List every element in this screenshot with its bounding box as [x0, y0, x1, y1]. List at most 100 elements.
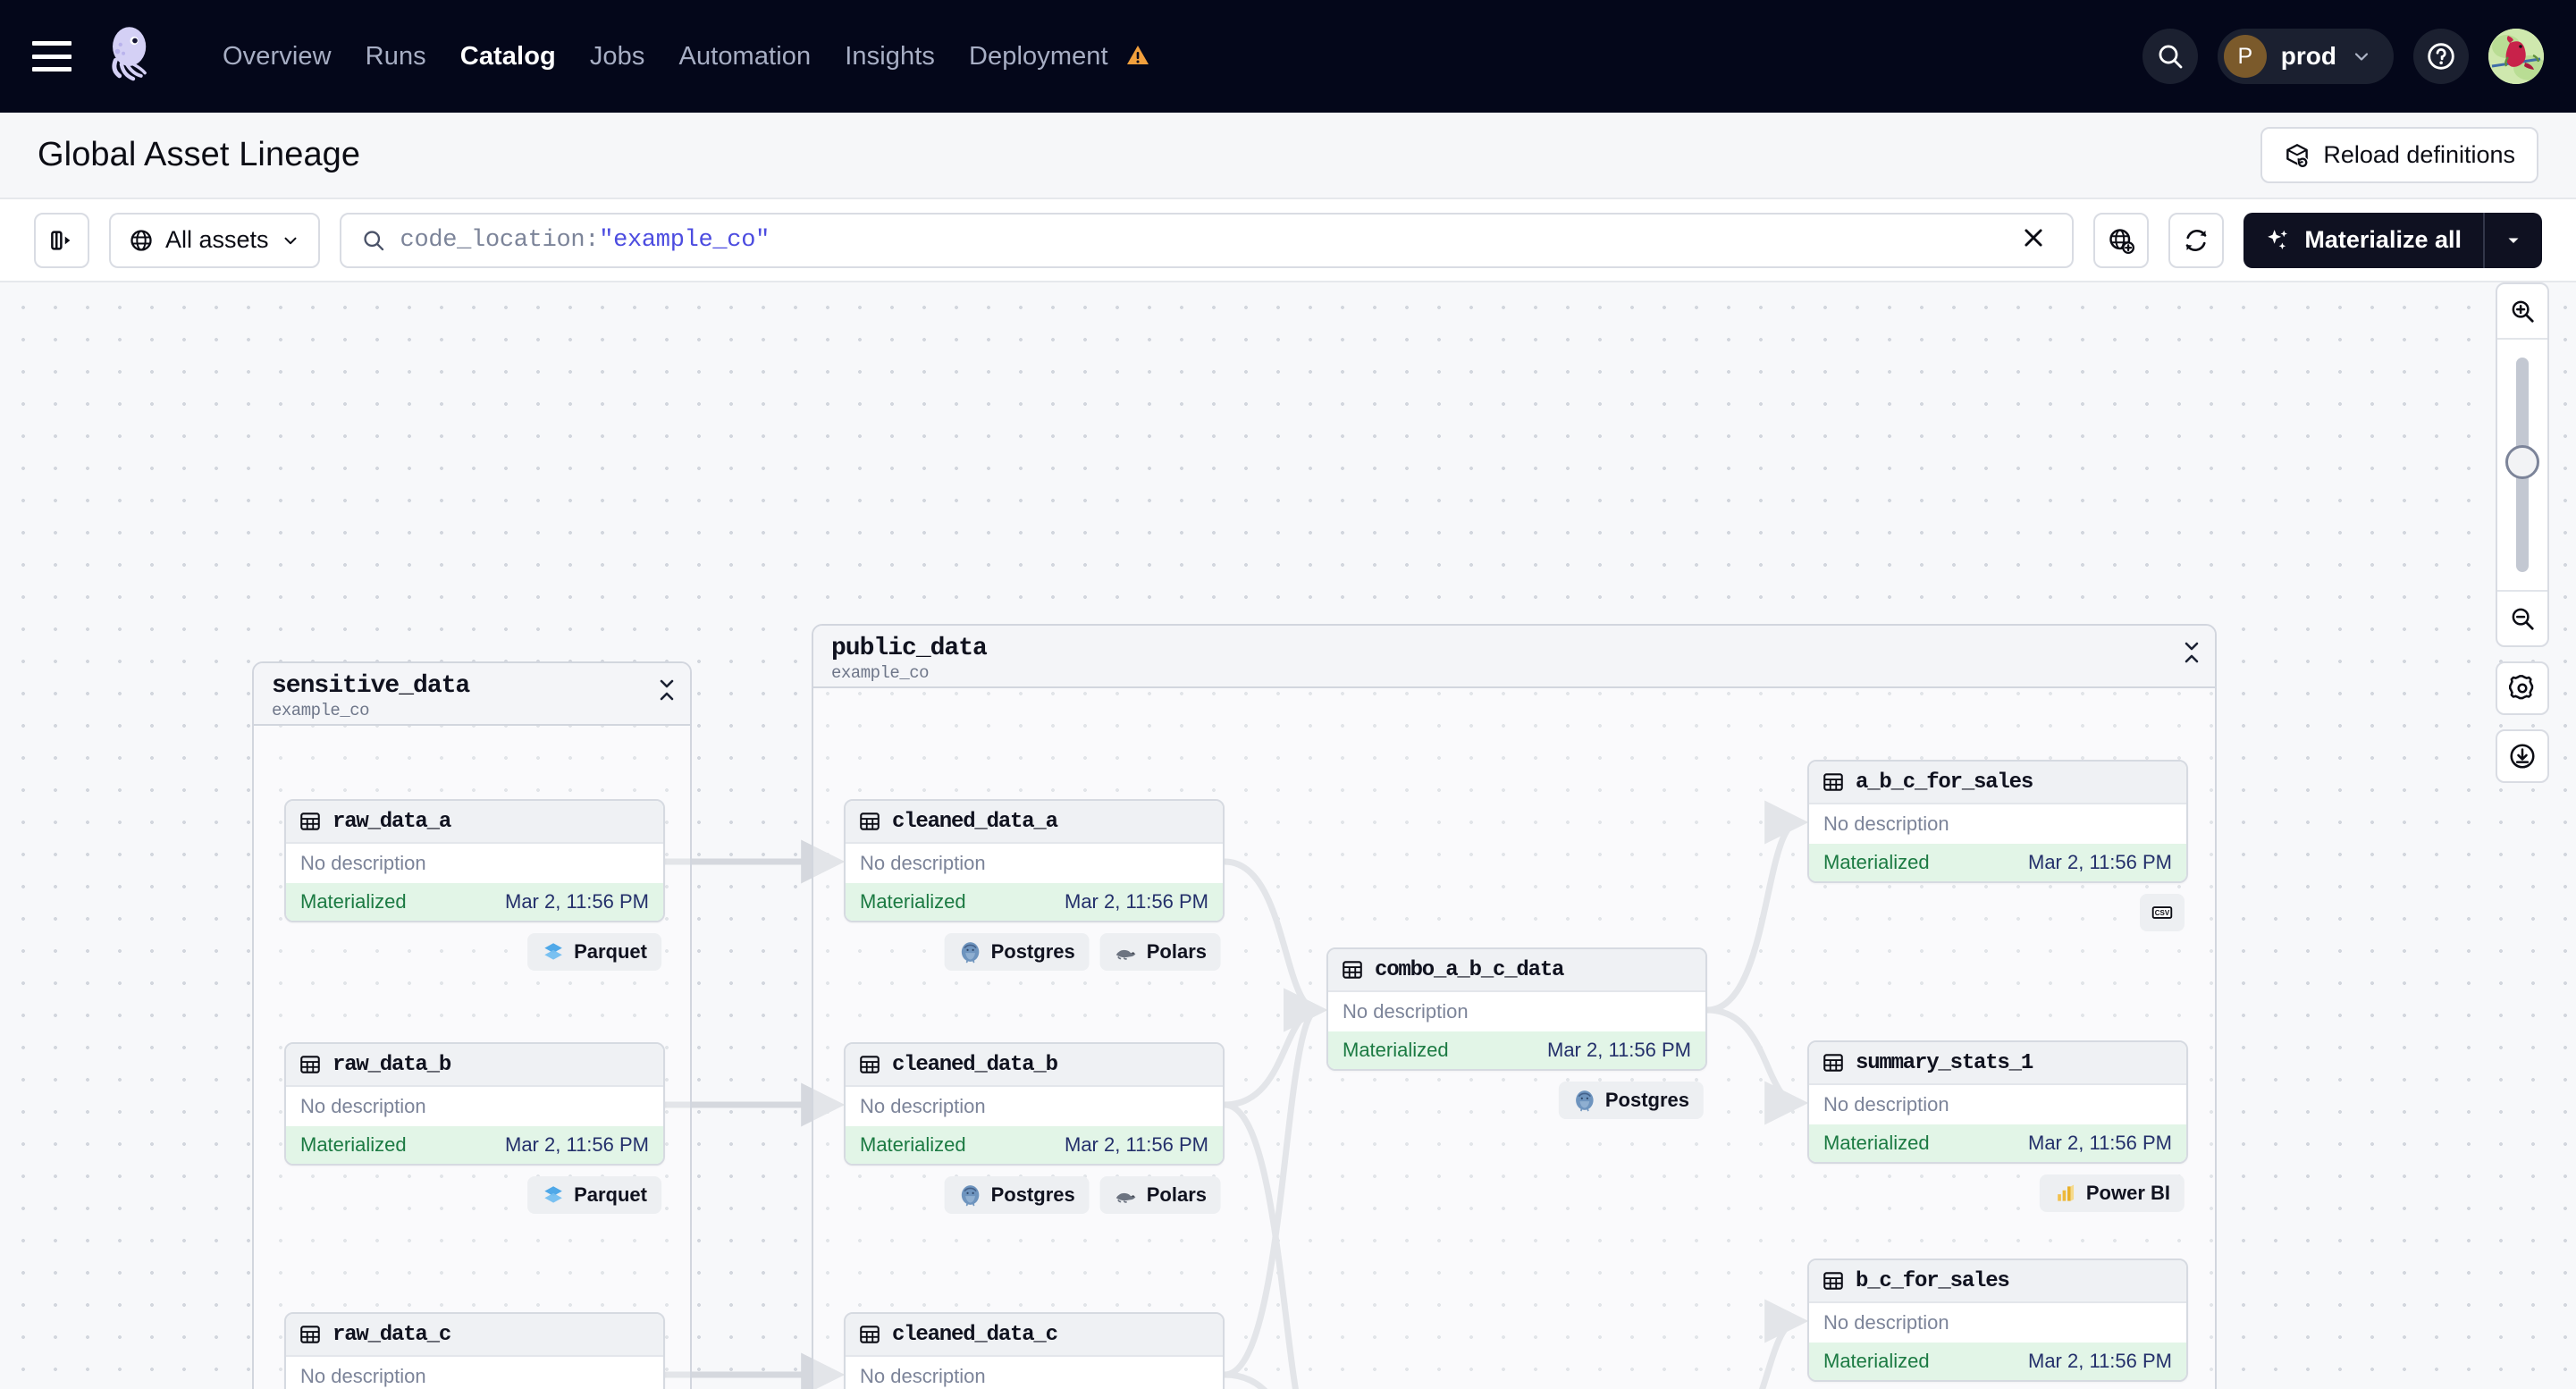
download-graph-button[interactable] — [2496, 729, 2549, 783]
asset-group-collapse-button[interactable] — [658, 679, 676, 701]
asset-tag[interactable]: CSV — [2140, 894, 2185, 931]
graph-zoom-controls — [2496, 282, 2549, 783]
asset-group-name: public_data — [831, 635, 988, 662]
deployment-avatar: P — [2223, 35, 2267, 78]
globe-icon — [130, 229, 152, 251]
table-icon — [300, 1056, 320, 1073]
asset-node-name: combo_a_b_c_data — [1375, 957, 1564, 982]
asset-tag[interactable]: Parquet — [527, 933, 661, 971]
asset-node-name: cleaned_data_b — [892, 1052, 1058, 1077]
asset-tag-label: Postgres — [1604, 1089, 1689, 1111]
main-nav-links: Overview Runs Catalog Jobs Automation In… — [206, 42, 1166, 72]
asset-node-header: raw_data_b — [286, 1044, 663, 1087]
reload-definitions-button[interactable]: Reload definitions — [2260, 127, 2538, 183]
zoom-out-icon — [2512, 608, 2534, 630]
nav-link-insights[interactable]: Insights — [828, 42, 952, 72]
asset-tag[interactable]: Power BI — [2039, 1174, 2185, 1212]
asset-tag[interactable]: Postgres — [1558, 1082, 1704, 1119]
asset-node-header: cleaned_data_c — [846, 1314, 1223, 1357]
asset-node-status: Materialized Mar 2, 11:56 PM — [1809, 844, 2186, 881]
asset-tag-label: Polars — [1146, 1183, 1207, 1206]
asset-node[interactable]: raw_data_cNo descriptionMaterializedMar … — [284, 1312, 665, 1389]
asset-node[interactable]: cleaned_data_a No description Materialized… — [844, 799, 1225, 922]
asset-group-code-location: example_co — [272, 701, 370, 720]
deployment-switcher[interactable]: P prod — [2217, 29, 2394, 84]
asset-node-tags: Postgres Polars — [944, 933, 1221, 971]
asset-node-tags: Postgres Polars — [944, 1176, 1221, 1214]
asset-node[interactable]: summary_stats_1 No description Materialize… — [1807, 1040, 2188, 1164]
global-search-button[interactable] — [2142, 29, 2198, 84]
chevron-down-icon — [284, 237, 297, 244]
user-avatar[interactable] — [2488, 29, 2544, 84]
nav-link-catalog[interactable]: Catalog — [443, 42, 573, 72]
asset-node-status: Materialized Mar 2, 11:56 PM — [1809, 1124, 2186, 1162]
zoom-slider-group — [2496, 282, 2549, 647]
help-button[interactable] — [2413, 29, 2469, 84]
materialize-all-main[interactable]: Materialize all — [2243, 213, 2483, 268]
asset-node-tags: Parquet — [527, 1176, 661, 1214]
globe-plus-icon — [2109, 228, 2135, 254]
materialize-all-dropdown[interactable] — [2485, 213, 2542, 268]
materialize-all-button[interactable]: Materialize all — [2243, 212, 2542, 268]
asset-node[interactable]: combo_a_b_c_data No description Materializ… — [1326, 947, 1707, 1071]
asset-selection-filter-button[interactable]: All assets — [109, 212, 320, 268]
asset-node-status: Materialized Mar 2, 11:56 PM — [286, 1126, 663, 1164]
table-icon — [1823, 773, 1843, 791]
asset-node-timestamp: Mar 2, 11:56 PM — [1065, 1133, 1208, 1156]
nav-link-deployment[interactable]: Deployment — [952, 42, 1166, 72]
table-icon — [300, 1326, 320, 1343]
asset-lineage-graph[interactable]: sensitive_data example_co public_dataexamp… — [0, 282, 2576, 1389]
asset-tag[interactable]: Polars — [1099, 933, 1221, 971]
asset-group-name: sensitive_data — [272, 672, 470, 700]
asset-node-name: cleaned_data_a — [892, 809, 1058, 834]
asset-node-header: cleaned_data_b — [846, 1044, 1223, 1087]
asset-node[interactable]: raw_data_b No description Materialized Mar … — [284, 1042, 665, 1166]
asset-group-sensitive[interactable]: sensitive_data example_co — [252, 661, 692, 1389]
asset-group-collapse-button[interactable] — [2183, 642, 2201, 663]
asset-node[interactable]: cleaned_data_cNo descriptionMaterialized… — [844, 1312, 1225, 1389]
asset-node[interactable]: cleaned_data_b No description Materialized… — [844, 1042, 1225, 1166]
asset-node-name: raw_data_a — [333, 809, 451, 834]
globe-add-button[interactable] — [2093, 212, 2150, 268]
zoom-in-icon — [2512, 300, 2534, 323]
refresh-button[interactable] — [2168, 212, 2225, 268]
clear-search-button[interactable] — [2015, 224, 2052, 256]
asset-node[interactable]: b_c_for_sales No description Materialized M… — [1807, 1259, 2188, 1382]
asset-node-name: a_b_c_for_sales — [1856, 770, 2033, 795]
materialize-all-label: Materialize all — [2304, 226, 2462, 253]
zoom-in-button[interactable] — [2497, 284, 2547, 338]
asset-node-status: Materialized Mar 2, 11:56 PM — [846, 1126, 1223, 1164]
asset-search-input[interactable]: code_location:"example_co" — [339, 212, 2075, 268]
zoom-slider[interactable] — [2497, 340, 2547, 590]
hamburger-menu-icon[interactable] — [32, 41, 72, 72]
nav-link-automation[interactable]: Automation — [662, 42, 829, 72]
zoom-slider-thumb[interactable] — [2505, 445, 2539, 479]
asset-node-status: Materialized Mar 2, 11:56 PM — [286, 883, 663, 921]
table-icon — [1823, 1054, 1843, 1072]
page-title: Global Asset Lineage — [38, 136, 361, 173]
nav-link-runs[interactable]: Runs — [349, 42, 443, 72]
asset-node-tags: Power BI — [2039, 1174, 2185, 1212]
chevron-down-icon — [2354, 53, 2369, 61]
nav-link-jobs[interactable]: Jobs — [573, 42, 662, 72]
asset-node-header: raw_data_a — [286, 801, 663, 844]
asset-node-description: No description — [860, 852, 986, 874]
asset-tag[interactable]: Polars — [1099, 1176, 1221, 1214]
asset-node[interactable]: a_b_c_for_sales No description Materialize… — [1807, 760, 2188, 883]
asset-tag[interactable]: Parquet — [527, 1176, 661, 1214]
nav-link-overview[interactable]: Overview — [206, 42, 349, 72]
polars-icon — [1115, 1192, 1136, 1203]
asset-node-name: summary_stats_1 — [1856, 1050, 2033, 1075]
table-icon — [860, 1326, 880, 1343]
asset-node[interactable]: raw_data_a No description Materialized Mar … — [284, 799, 665, 922]
sidebar-toggle-button[interactable] — [34, 212, 89, 268]
graph-settings-button[interactable] — [2496, 661, 2549, 715]
asset-node-timestamp: Mar 2, 11:56 PM — [505, 1133, 649, 1156]
asset-tag[interactable]: Postgres — [944, 1176, 1090, 1214]
warning-triangle-icon — [1126, 45, 1149, 64]
dagster-logo[interactable] — [102, 25, 164, 88]
asset-node-status: Materialized Mar 2, 11:56 PM — [846, 883, 1223, 921]
asset-node-name: raw_data_c — [333, 1322, 451, 1347]
zoom-out-button[interactable] — [2497, 592, 2547, 645]
asset-tag[interactable]: Postgres — [944, 933, 1090, 971]
